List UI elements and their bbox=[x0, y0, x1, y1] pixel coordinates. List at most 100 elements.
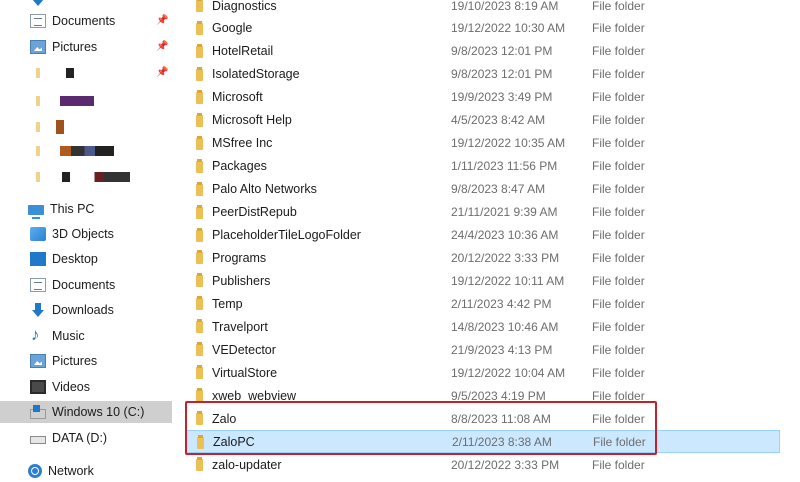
windows-drive-icon bbox=[30, 404, 46, 419]
file-type: File folder bbox=[592, 113, 645, 128]
file-type: File folder bbox=[593, 434, 646, 449]
nav-item-documents[interactable]: Documents bbox=[30, 274, 115, 296]
file-row[interactable]: Travelport 14/8/2023 10:46 AM File folder bbox=[186, 315, 780, 338]
file-row[interactable]: Diagnostics 19/10/2023 8:19 AM File folder bbox=[186, 0, 780, 17]
folder-icon bbox=[196, 457, 203, 471]
nav-item-videos[interactable]: Videos bbox=[30, 376, 90, 398]
file-row[interactable]: Google 19/12/2022 10:30 AM File folder bbox=[186, 17, 780, 40]
file-type: File folder bbox=[592, 411, 645, 426]
folder-icon bbox=[196, 43, 203, 58]
file-row[interactable]: VEDetector 21/9/2023 4:13 PM File folder bbox=[186, 338, 780, 361]
file-date-modified: 24/4/2023 10:36 AM bbox=[451, 228, 559, 242]
nav-item-label: Pictures bbox=[52, 40, 98, 54]
file-row[interactable]: Microsoft Help 4/5/2023 8:42 AM File folde… bbox=[186, 109, 780, 132]
folder-icon bbox=[196, 20, 203, 35]
folder-icon bbox=[196, 319, 203, 334]
file-date-modified: 4/5/2023 8:42 AM bbox=[451, 113, 546, 128]
file-row[interactable]: MSfree Inc 19/12/2022 10:35 AM File folder bbox=[186, 132, 780, 155]
file-name: Temp bbox=[212, 296, 243, 311]
file-type: File folder bbox=[592, 159, 645, 174]
file-type: File folder bbox=[592, 342, 645, 357]
file-row[interactable]: PlaceholderTileLogoFolder 24/4/2023 10:36… bbox=[186, 224, 780, 247]
file-name: xweb_webview bbox=[212, 388, 297, 403]
file-date-modified: 9/8/2023 12:01 PM bbox=[451, 44, 553, 59]
music-icon bbox=[30, 325, 46, 345]
redacted-block bbox=[36, 146, 40, 156]
nav-item-3d-objects[interactable]: 3D Objects bbox=[30, 223, 114, 245]
nav-item-label: Windows 10 (C:) bbox=[52, 405, 145, 419]
file-type: File folder bbox=[592, 205, 645, 220]
folder-icon bbox=[196, 89, 203, 104]
redacted-block bbox=[60, 96, 94, 106]
file-name: Programs bbox=[212, 250, 267, 265]
file-row[interactable]: Publishers 19/12/2022 10:11 AM File folder bbox=[186, 269, 780, 292]
nav-item-label: Documents bbox=[52, 278, 116, 292]
nav-item-redacted[interactable] bbox=[30, 116, 150, 138]
nav-item-this-pc[interactable]: This PC bbox=[14, 198, 94, 220]
file-date-modified: 19/12/2022 10:30 AM bbox=[451, 21, 566, 36]
nav-item-data-drive[interactable]: DATA (D:) bbox=[30, 427, 107, 449]
file-date-modified: 19/12/2022 10:04 AM bbox=[451, 365, 566, 380]
navigation-pane: Documents 📌 Pictures 📌 📌 This PC 3D Obje… bbox=[0, 0, 172, 480]
nav-item-pictures[interactable]: Pictures bbox=[30, 350, 97, 372]
folder-icon bbox=[196, 342, 203, 357]
nav-item-redacted[interactable] bbox=[30, 62, 150, 84]
nav-item-label: Documents bbox=[52, 14, 116, 28]
nav-item-windows-drive[interactable]: Windows 10 (C:) bbox=[0, 401, 172, 423]
nav-item-downloads-partial[interactable] bbox=[30, 0, 52, 10]
file-type: File folder bbox=[592, 228, 645, 242]
folder-icon bbox=[196, 365, 203, 380]
file-row[interactable]: xweb_webview 9/5/2023 4:19 PM File folder bbox=[186, 384, 780, 407]
folder-icon bbox=[196, 181, 203, 196]
file-row[interactable]: Temp 2/11/2023 4:42 PM File folder bbox=[186, 292, 780, 315]
redacted-block bbox=[62, 172, 130, 182]
file-row[interactable]: ZaloPC 2/11/2023 8:38 AM File folder bbox=[186, 430, 780, 454]
file-row[interactable]: zalo-updater 20/12/2022 3:33 PM File folde… bbox=[186, 453, 780, 476]
file-row[interactable]: Packages 1/11/2023 11:56 PM File folder bbox=[186, 155, 780, 178]
nav-item-label: DATA (D:) bbox=[52, 431, 108, 445]
this-pc-icon bbox=[28, 205, 44, 219]
file-date-modified: 9/5/2023 4:19 PM bbox=[451, 388, 546, 403]
nav-item-label: Pictures bbox=[52, 354, 98, 368]
folder-icon bbox=[196, 388, 203, 403]
pin-icon: 📌 bbox=[156, 67, 169, 78]
file-date-modified: 14/8/2023 10:46 AM bbox=[451, 319, 559, 334]
redacted-block bbox=[66, 68, 74, 78]
nav-item-redacted[interactable] bbox=[30, 90, 150, 112]
redacted-block bbox=[36, 172, 40, 182]
file-row[interactable]: Microsoft 19/9/2023 3:49 PM File folder bbox=[186, 86, 780, 109]
desktop-icon bbox=[30, 252, 46, 266]
file-date-modified: 21/11/2021 9:39 AM bbox=[451, 205, 558, 220]
redacted-block bbox=[36, 68, 40, 78]
nav-item-network[interactable]: Network bbox=[14, 460, 94, 482]
file-row[interactable]: VirtualStore 19/12/2022 10:04 AM File fold… bbox=[186, 361, 780, 384]
nav-item-quick-pictures[interactable]: Pictures bbox=[30, 36, 97, 58]
file-name: zalo-updater bbox=[212, 457, 282, 472]
file-list: Diagnostics 19/10/2023 8:19 AM File folder… bbox=[172, 0, 800, 480]
file-row[interactable]: Programs 20/12/2022 3:33 PM File folder bbox=[186, 246, 780, 269]
nav-item-music[interactable]: Music bbox=[30, 325, 85, 347]
file-date-modified: 8/8/2023 11:08 AM bbox=[451, 411, 551, 426]
pin-icon: 📌 bbox=[156, 41, 169, 52]
videos-icon bbox=[30, 380, 46, 394]
file-type: File folder bbox=[592, 250, 645, 265]
nav-item-desktop[interactable]: Desktop bbox=[30, 248, 98, 270]
file-row[interactable]: HotelRetail 9/8/2023 12:01 PM File folder bbox=[186, 40, 780, 63]
nav-item-redacted[interactable] bbox=[30, 166, 150, 188]
file-row[interactable]: PeerDistRepub 21/11/2021 9:39 AM File fold… bbox=[186, 201, 780, 224]
file-date-modified: 19/12/2022 10:11 AM bbox=[451, 273, 565, 288]
file-row[interactable]: Zalo 8/8/2023 11:08 AM File folder bbox=[186, 407, 780, 430]
file-row[interactable]: IsolatedStorage 9/8/2023 12:01 PM File fol… bbox=[186, 63, 780, 86]
file-row[interactable]: Palo Alto Networks 9/8/2023 8:47 AM File f… bbox=[186, 178, 780, 201]
file-name: ZaloPC bbox=[213, 434, 255, 449]
nav-item-redacted[interactable] bbox=[30, 140, 150, 162]
drive-icon bbox=[30, 436, 46, 444]
file-name: VirtualStore bbox=[212, 365, 278, 380]
nav-item-quick-documents[interactable]: Documents bbox=[30, 10, 115, 32]
nav-item-label: Videos bbox=[52, 380, 90, 394]
folder-icon bbox=[196, 296, 203, 311]
file-type: File folder bbox=[592, 136, 645, 151]
folder-icon bbox=[196, 227, 203, 242]
file-type: File folder bbox=[592, 273, 645, 288]
nav-item-downloads[interactable]: Downloads bbox=[30, 299, 114, 321]
